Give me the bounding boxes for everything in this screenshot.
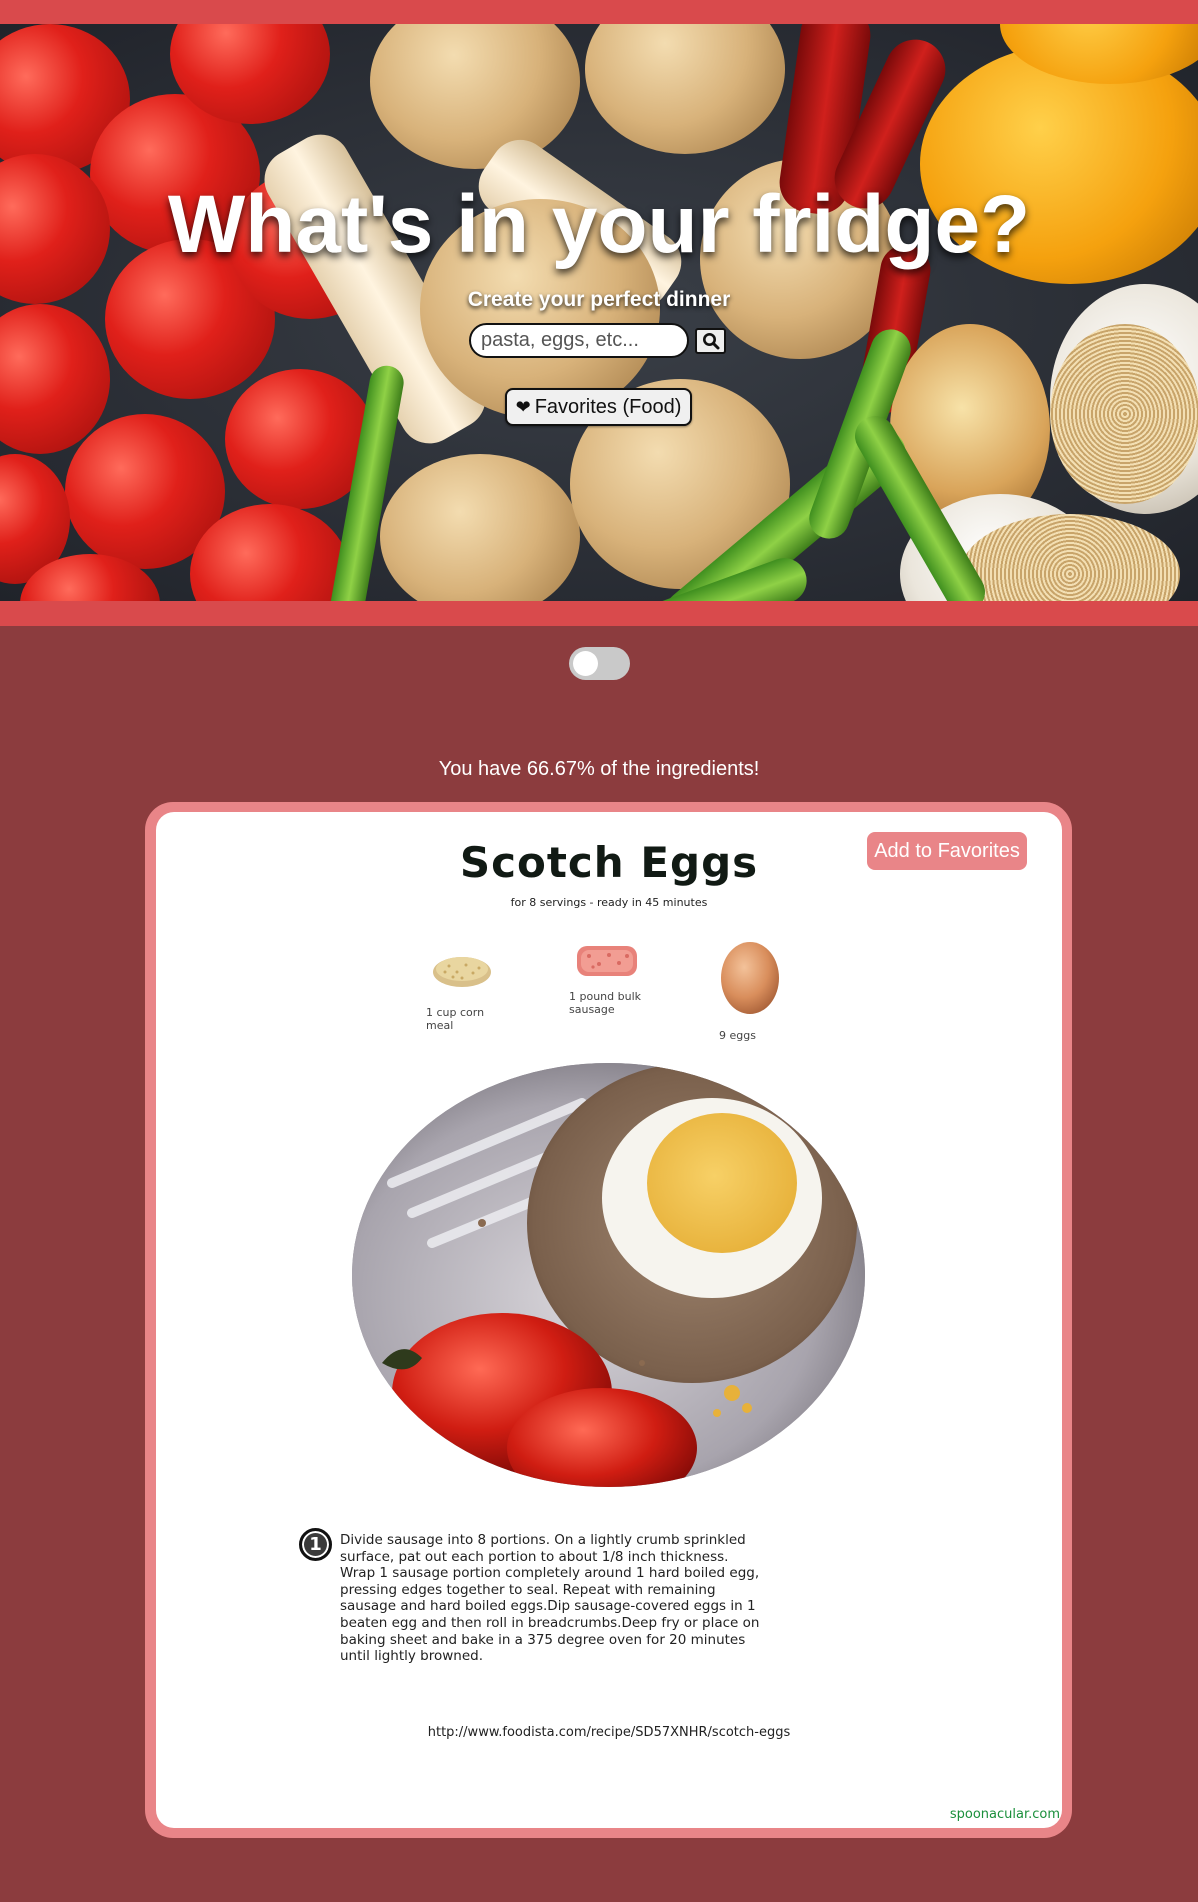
scotch-egg-photo: [352, 1063, 865, 1487]
ingredient-search-input[interactable]: [469, 323, 689, 358]
egg-icon: [721, 942, 779, 1014]
hero-subtitle: Create your perfect dinner: [467, 288, 731, 311]
toggle-knob: [573, 651, 598, 676]
recipe-servings-time: for 8 servings - ready in 45 minutes: [510, 896, 708, 909]
search-button[interactable]: [695, 328, 726, 354]
step-instructions: Divide sausage into 8 portions. On a lig…: [340, 1532, 760, 1665]
recipe-photo: [352, 1063, 865, 1487]
hero-title: What's in your fridge?: [167, 179, 1031, 270]
hero-banner-image: [0, 24, 1198, 601]
sausage-icon: [577, 946, 637, 976]
recipe-title: Scotch Eggs: [459, 838, 759, 887]
ingredient-label: 1 cup corn meal: [426, 1006, 485, 1032]
recipe-source-link[interactable]: http://www.foodista.com/recipe/SD57XNHR/…: [156, 1725, 1062, 1740]
ingredient-label: 1 pound bulk sausage: [569, 990, 642, 1016]
favorites-food-button[interactable]: ❤ Favorites (Food): [505, 388, 692, 426]
step-number-badge: 1: [299, 1528, 332, 1561]
ingredient-item: 9 eggs: [719, 936, 799, 1046]
corn-meal-icon: [433, 957, 491, 987]
favorites-food-label: Favorites (Food): [534, 395, 682, 418]
ingredient-item: 1 pound bulk sausage: [569, 942, 659, 1042]
recipe-card: Add to Favorites Scotch Eggs for 8 servi…: [156, 812, 1062, 1828]
search-icon: [702, 333, 719, 350]
heart-icon: ❤: [515, 396, 531, 417]
view-toggle-switch[interactable]: [569, 647, 630, 680]
ingredient-item: 1 cup corn meal: [426, 950, 506, 1050]
ingredient-match-text: You have 66.67% of the ingredients!: [438, 758, 760, 780]
spoonacular-credit[interactable]: spoonacular.com: [950, 1807, 1060, 1822]
ingredient-label: 9 eggs: [719, 1029, 756, 1042]
